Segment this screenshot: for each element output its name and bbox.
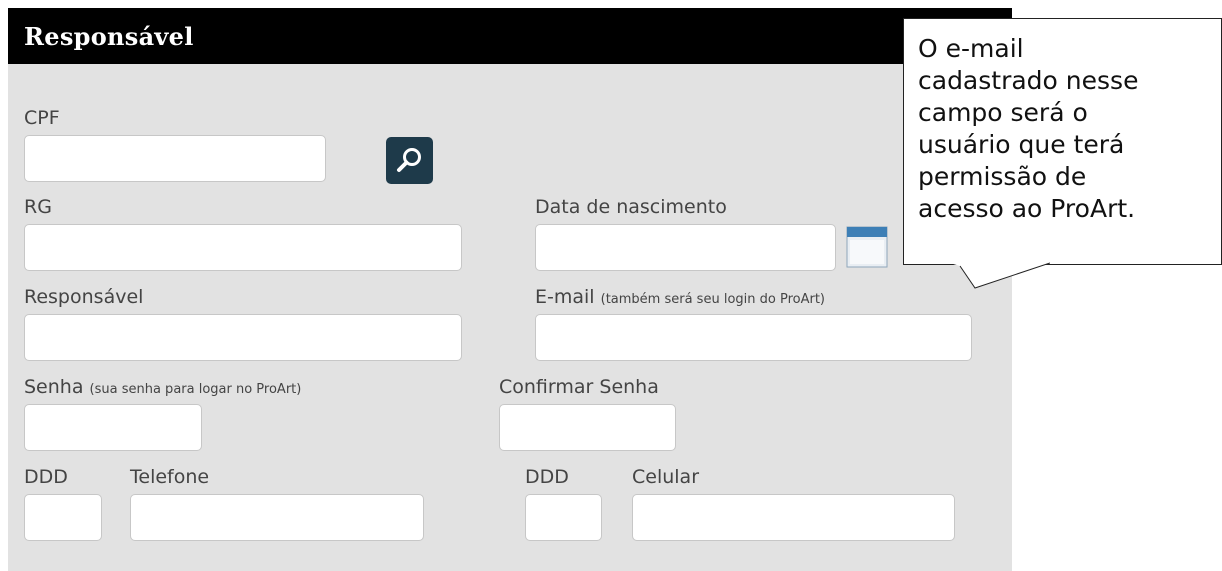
callout-text: O e-mail cadastrado nesse campo será o u… [918,34,1139,223]
mobile-ddd-input[interactable] [525,494,602,541]
rg-label: RG [24,196,52,218]
confirm-password-label: Confirmar Senha [499,376,659,398]
cpf-input[interactable] [24,135,326,182]
mobile-label: Celular [632,466,700,488]
confirm-password-input[interactable] [499,404,676,451]
magnifier-icon [397,148,421,172]
password-hint: (sua senha para logar no ProArt) [89,382,302,397]
search-button[interactable] [386,137,433,184]
password-input[interactable] [24,404,202,451]
email-input[interactable] [535,314,972,361]
mobile-ddd-label: DDD [525,466,569,488]
email-label-text: E-mail [535,286,595,308]
birth-date-input[interactable] [535,224,836,271]
phone-label: Telefone [130,466,210,488]
cpf-label: CPF [24,107,60,129]
password-label: Senha (sua senha para logar no ProArt) [24,375,301,402]
email-hint: (também será seu login do ProArt) [600,292,825,307]
email-label: E-mail (também será seu login do ProArt) [535,285,825,312]
callout-tail [950,262,1050,289]
phone-input[interactable] [130,494,424,541]
responsavel-label: Responsável [24,286,144,308]
phone-ddd-input[interactable] [24,494,102,541]
mobile-input[interactable] [632,494,955,541]
calendar-button[interactable] [846,226,888,268]
phone-ddd-label: DDD [24,466,68,488]
birth-date-label: Data de nascimento [535,196,727,218]
calendar-icon [846,226,888,268]
panel-title: Responsável [24,22,194,51]
rg-input[interactable] [24,224,462,271]
responsavel-input[interactable] [24,314,462,361]
password-label-text: Senha [24,376,84,398]
